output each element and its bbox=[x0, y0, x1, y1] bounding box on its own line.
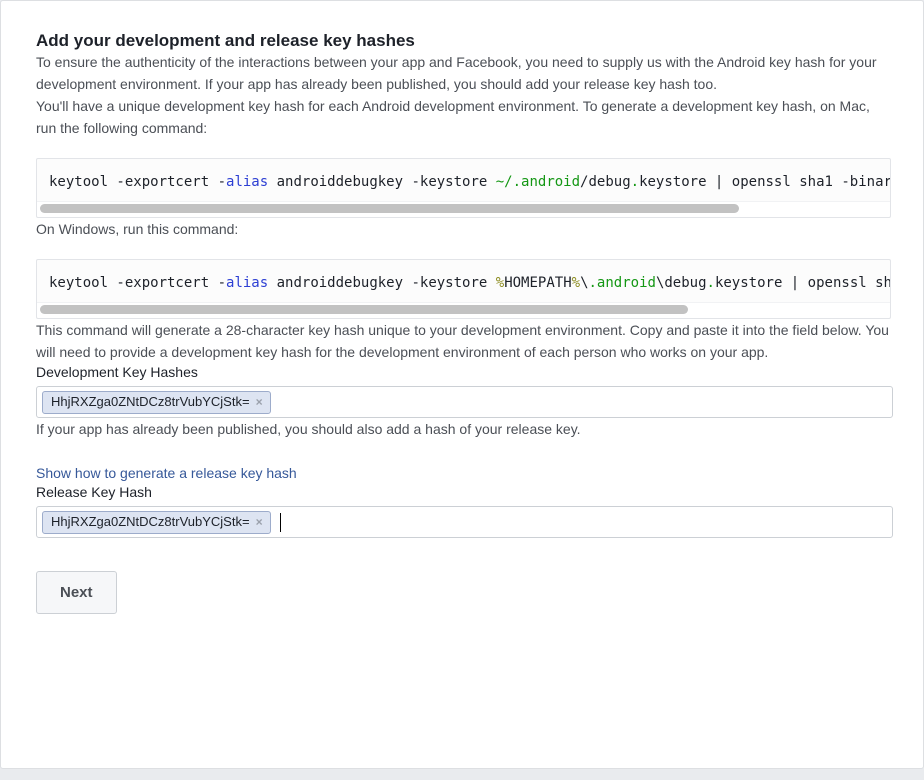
intro-paragraph: To ensure the authenticity of the intera… bbox=[36, 51, 891, 95]
windows-command-scrollbar-track[interactable] bbox=[37, 302, 890, 318]
development-key-hashes-label: Development Key Hashes bbox=[36, 363, 891, 381]
remove-token-icon[interactable]: × bbox=[256, 396, 263, 408]
setup-card: Add your development and release key has… bbox=[0, 0, 924, 769]
mac-command-scrollbar-thumb[interactable] bbox=[40, 204, 739, 213]
remove-token-icon[interactable]: × bbox=[256, 516, 263, 528]
release-key-hash-input[interactable]: HhjRXZga0ZNtDCz8trVubYCjStk= × bbox=[36, 506, 893, 538]
published-note-paragraph: If your app has already been published, … bbox=[36, 418, 891, 440]
command-note-paragraph: This command will generate a 28-characte… bbox=[36, 319, 891, 363]
text-cursor bbox=[280, 513, 281, 532]
release-key-hash-label: Release Key Hash bbox=[36, 483, 891, 501]
next-button[interactable]: Next bbox=[36, 571, 117, 614]
release-key-hash-token-text: HhjRXZga0ZNtDCz8trVubYCjStk= bbox=[51, 514, 250, 530]
development-key-hash-token-text: HhjRXZga0ZNtDCz8trVubYCjStk= bbox=[51, 394, 250, 410]
page-title: Add your development and release key has… bbox=[36, 30, 891, 51]
development-key-hash-token: HhjRXZga0ZNtDCz8trVubYCjStk= × bbox=[42, 391, 271, 414]
windows-command-text: keytool -exportcert -alias androiddebugk… bbox=[37, 260, 890, 302]
key-hashes-section: Add your development and release key has… bbox=[1, 1, 924, 614]
development-key-hashes-input[interactable]: HhjRXZga0ZNtDCz8trVubYCjStk= × bbox=[36, 386, 893, 418]
windows-command-scrollbar-thumb[interactable] bbox=[40, 305, 688, 314]
mac-command-code-block: keytool -exportcert -alias androiddebugk… bbox=[36, 158, 891, 218]
show-release-key-hash-link[interactable]: Show how to generate a release key hash bbox=[36, 464, 297, 482]
release-key-hash-token: HhjRXZga0ZNtDCz8trVubYCjStk= × bbox=[42, 511, 271, 534]
mac-command-text: keytool -exportcert -alias androiddebugk… bbox=[37, 159, 890, 201]
mac-command-scrollbar-track[interactable] bbox=[37, 201, 890, 217]
dev-hash-info-paragraph: You'll have a unique development key has… bbox=[36, 95, 891, 139]
windows-instruction: On Windows, run this command: bbox=[36, 218, 891, 240]
windows-command-code-block: keytool -exportcert -alias androiddebugk… bbox=[36, 259, 891, 319]
